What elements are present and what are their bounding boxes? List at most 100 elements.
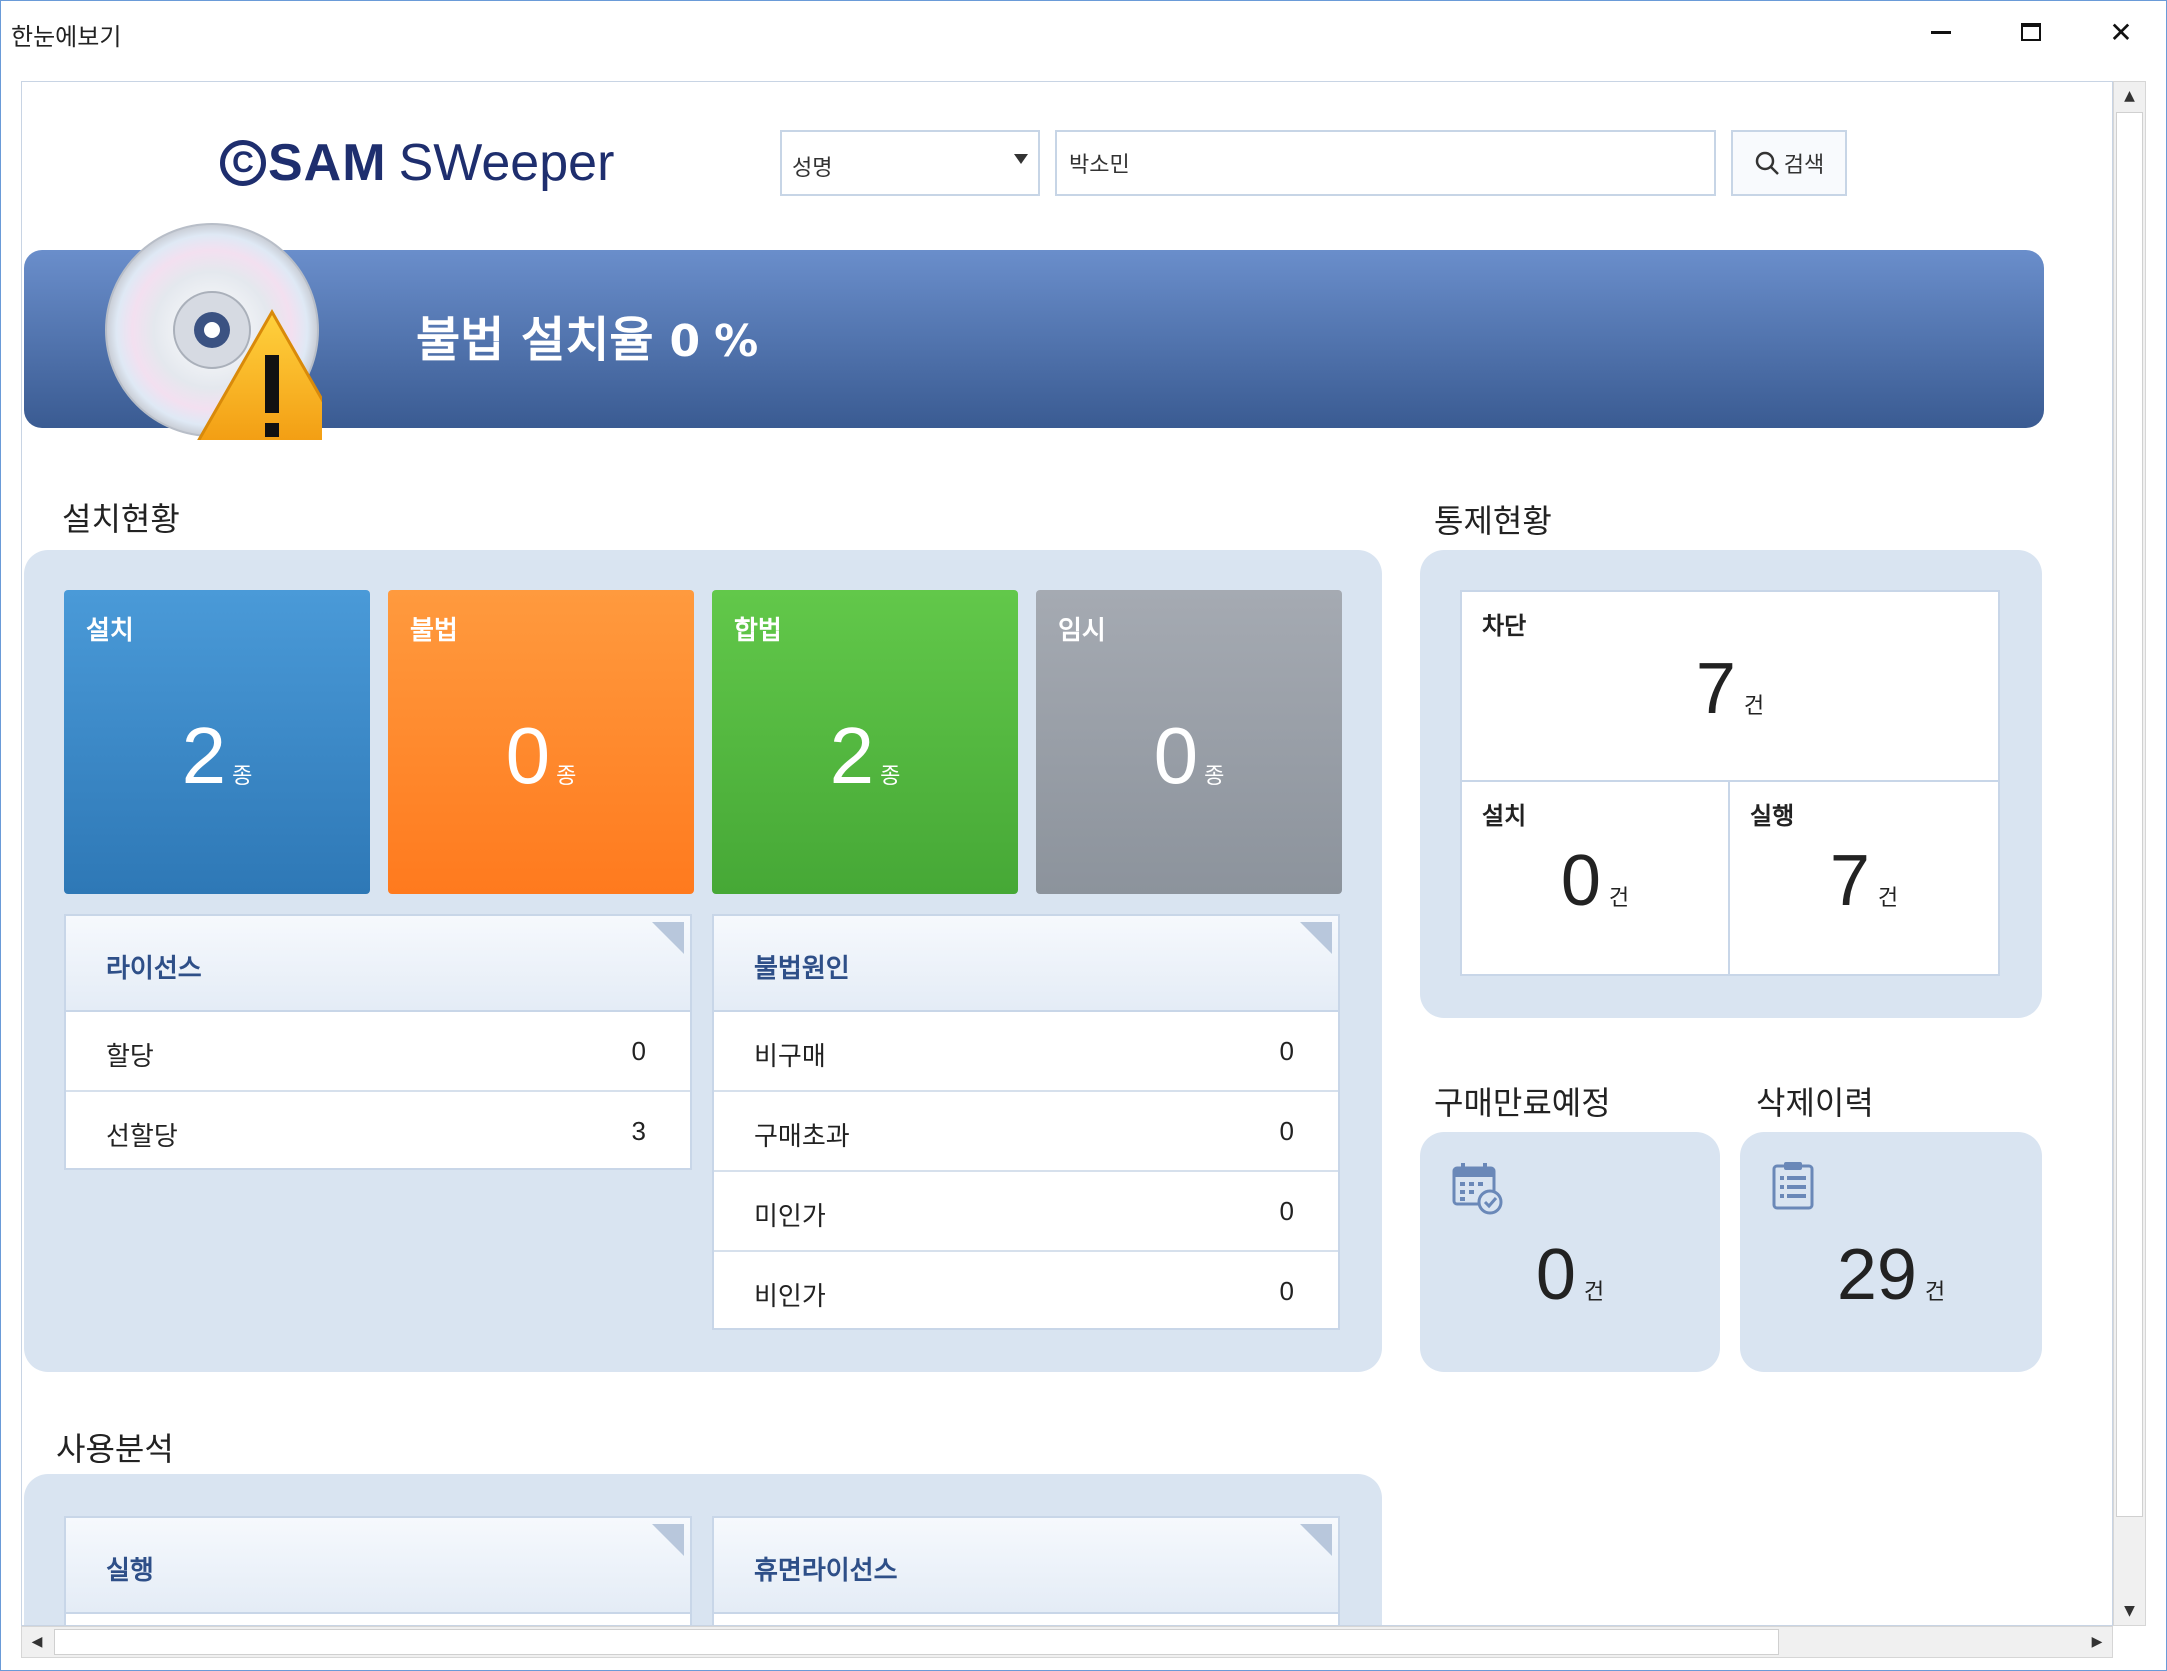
dormant-license-card-header[interactable]: 휴면라이선스 (714, 1518, 1338, 1614)
block-unit: 건 (1743, 694, 1765, 719)
illegal-rate-banner: 불법 설치율 0 % (24, 250, 2044, 428)
illegal-cause-card: 불법원인 비구매 0 구매초과 0 미인가 0 비인가 0 (712, 914, 1340, 1330)
illegal-cause-row[interactable]: 미인가 0 (714, 1172, 1338, 1252)
control-run-unit: 건 (1877, 886, 1899, 911)
temporary-tile-label: 임시 (1058, 616, 1106, 646)
illegal-rate-unit: % (714, 316, 759, 367)
usage-analysis-heading: 사용분석 (56, 1430, 174, 1468)
sam-sweeper-logo: C SAM SWeeper (220, 130, 614, 196)
disc-warning-icon (105, 223, 322, 440)
illegal-tile[interactable]: 불법 0종 (388, 590, 694, 894)
install-tile-value-group: 2종 (64, 710, 370, 802)
illegal-cause-row-label: 비구매 (754, 1042, 826, 1072)
close-button[interactable]: ✕ (2085, 9, 2157, 55)
temporary-tile-unit: 종 (1204, 764, 1225, 789)
scroll-left-icon[interactable]: ◀ (22, 1627, 52, 1657)
legal-tile-unit: 종 (880, 764, 901, 789)
logo-sam-text: SAM (268, 134, 387, 192)
illegal-cause-row-label: 구매초과 (754, 1122, 850, 1152)
illegal-cause-row-label: 미인가 (754, 1202, 826, 1232)
usage-run-card: 실행 (64, 1516, 692, 1625)
scroll-down-icon[interactable]: ▼ (2114, 1597, 2145, 1625)
block-value: 7 (1695, 649, 1736, 729)
dormant-license-card-title: 휴면라이선스 (754, 1556, 898, 1586)
copyright-c-icon: C (220, 140, 266, 186)
minimize-button[interactable] (1905, 9, 1977, 55)
title-bar: 한눈에보기 ✕ (1, 1, 2166, 63)
search-field-select-value: 성명 (792, 156, 833, 181)
search-button-label: 검색 (1783, 153, 1825, 178)
control-install-value: 0 (1560, 841, 1601, 921)
clipboard-icon (1772, 1162, 1814, 1210)
delete-history-unit: 건 (1924, 1280, 1946, 1305)
illegal-rate-value: 0 (669, 316, 701, 367)
license-row-label: 선할당 (106, 1122, 178, 1152)
horizontal-scrollbar[interactable]: ◀ ▶ (21, 1626, 2113, 1658)
install-tile-label: 설치 (86, 616, 134, 646)
purchase-expiry-value-group: 0건 (1420, 1234, 1720, 1316)
maximize-button[interactable] (1995, 9, 2067, 55)
search-input[interactable] (1055, 130, 1716, 196)
usage-run-card-title: 실행 (106, 1556, 154, 1586)
purchase-expiry-panel[interactable]: 0건 (1420, 1132, 1720, 1372)
delete-history-panel[interactable]: 29 건 (1740, 1132, 2042, 1372)
block-label: 차단 (1482, 612, 1527, 640)
block-cell[interactable]: 차단 7건 (1462, 592, 1998, 782)
illegal-cause-row[interactable]: 구매초과 0 (714, 1092, 1338, 1172)
illegal-cause-row[interactable]: 비인가 0 (714, 1252, 1338, 1332)
temporary-tile-value: 0 (1153, 711, 1199, 800)
legal-tile[interactable]: 합법 2종 (712, 590, 1018, 894)
illegal-rate-label: 불법 설치율 (416, 312, 654, 368)
usage-run-card-header[interactable]: 실행 (66, 1518, 690, 1614)
license-row-assigned[interactable]: 할당 0 (66, 1012, 690, 1092)
maximize-icon (2021, 23, 2041, 41)
delete-history-heading: 삭제이력 (1756, 1084, 1874, 1122)
temporary-tile[interactable]: 임시 0종 (1036, 590, 1342, 894)
install-tile[interactable]: 설치 2종 (64, 590, 370, 894)
license-card: 라이선스 할당 0 선할당 3 (64, 914, 692, 1170)
illegal-tile-label: 불법 (410, 616, 458, 646)
close-icon: ✕ (2109, 15, 2133, 49)
purchase-expiry-heading: 구매만료예정 (1434, 1084, 1611, 1122)
horizontal-scroll-thumb[interactable] (54, 1629, 1779, 1655)
vertical-scroll-thumb[interactable] (2116, 112, 2143, 1517)
license-card-header[interactable]: 라이선스 (66, 916, 690, 1012)
illegal-cause-card-header[interactable]: 불법원인 (714, 916, 1338, 1012)
control-status-heading: 통제현황 (1434, 502, 1552, 540)
control-install-label: 설치 (1482, 802, 1527, 830)
block-value-group: 7건 (1462, 648, 1998, 730)
install-status-heading: 설치현황 (62, 500, 180, 538)
legal-tile-value-group: 2종 (712, 710, 1018, 802)
illegal-cause-card-title: 불법원인 (754, 954, 850, 984)
window-title: 한눈에보기 (11, 23, 122, 51)
control-run-cell[interactable]: 실행 7건 (1730, 782, 1998, 974)
control-install-unit: 건 (1608, 886, 1630, 911)
license-row-label: 할당 (106, 1042, 154, 1072)
search-button[interactable]: 검색 (1731, 130, 1847, 196)
corner-fold-icon (652, 1524, 684, 1556)
calendar-icon (1452, 1163, 1503, 1215)
temporary-tile-value-group: 0종 (1036, 710, 1342, 802)
delete-history-value: 29 (1836, 1235, 1917, 1315)
illegal-cause-row-value: 0 (1279, 1116, 1294, 1146)
control-install-value-group: 0건 (1462, 840, 1728, 922)
license-card-title: 라이선스 (106, 954, 202, 984)
control-status-box: 차단 7건 설치 0건 실행 7건 (1460, 590, 2000, 976)
control-install-cell[interactable]: 설치 0건 (1462, 782, 1730, 974)
dashboard-content: C SAM SWeeper 성명 검색 불법 설치율 0 % (21, 81, 2113, 1626)
illegal-cause-row-value: 0 (1279, 1276, 1294, 1306)
control-run-label: 실행 (1750, 802, 1795, 830)
illegal-cause-row[interactable]: 비구매 0 (714, 1012, 1338, 1092)
purchase-expiry-unit: 건 (1583, 1280, 1605, 1305)
purchase-expiry-value: 0 (1535, 1235, 1576, 1315)
corner-fold-icon (1300, 922, 1332, 954)
license-row-preassigned[interactable]: 선할당 3 (66, 1092, 690, 1172)
legal-tile-value: 2 (829, 711, 875, 800)
illegal-rate-title: 불법 설치율 0 % (416, 300, 758, 370)
vertical-scrollbar[interactable]: ▲ ▼ (2113, 81, 2146, 1626)
control-run-value-group: 7건 (1730, 840, 1998, 922)
scroll-right-icon[interactable]: ▶ (2082, 1627, 2112, 1657)
scroll-up-icon[interactable]: ▲ (2114, 82, 2145, 110)
search-field-select[interactable]: 성명 (780, 130, 1040, 196)
control-run-value: 7 (1829, 841, 1870, 921)
